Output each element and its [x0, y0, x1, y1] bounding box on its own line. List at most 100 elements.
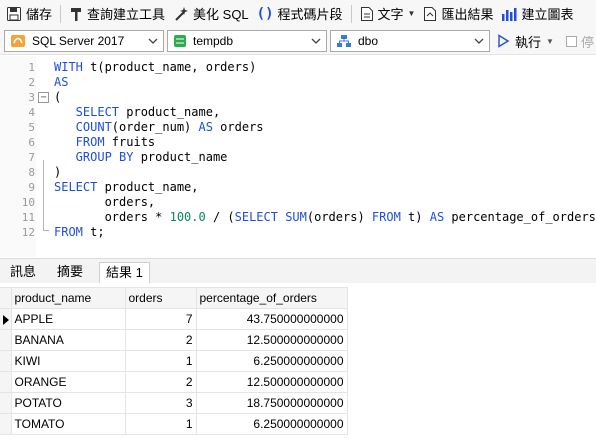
- code-text: (: [54, 90, 61, 105]
- row-indicator[interactable]: [0, 392, 12, 414]
- table-row[interactable]: ORANGE 2 12.500000000000: [0, 371, 348, 393]
- table-row[interactable]: BANANA 2 12.500000000000: [0, 329, 348, 351]
- table-cell[interactable]: TOMATO: [10, 413, 126, 435]
- create-chart-button[interactable]: 建立圖表: [497, 2, 577, 26]
- table-cell[interactable]: 7: [124, 308, 197, 330]
- code-text: WITH t(product_name, orders): [54, 60, 256, 75]
- keyword-token: SELECT: [54, 105, 120, 119]
- document-icon: [360, 6, 373, 21]
- code-line[interactable]: 1 WITH t(product_name, orders): [0, 60, 596, 75]
- code-line[interactable]: 10 orders,: [0, 195, 596, 210]
- beautify-sql-label: 美化 SQL: [193, 7, 249, 22]
- schema-select[interactable]: dbo: [330, 30, 490, 52]
- stop-button[interactable]: 停: [566, 30, 594, 52]
- table-cell[interactable]: 12.500000000000: [195, 329, 348, 351]
- text-token: / (: [205, 210, 235, 224]
- table-cell[interactable]: 1: [124, 350, 197, 372]
- chevron-down-icon[interactable]: ▼: [546, 37, 554, 46]
- table-cell[interactable]: ORANGE: [10, 371, 126, 393]
- row-indicator[interactable]: [0, 350, 12, 372]
- text-token: (orders): [306, 210, 372, 224]
- number-token: 100.0: [169, 210, 206, 224]
- code-line[interactable]: 2 AS: [0, 75, 596, 90]
- code-line[interactable]: 6 FROM fruits: [0, 135, 596, 150]
- table-cell[interactable]: 43.750000000000: [195, 308, 348, 330]
- table-cell[interactable]: POTATO: [10, 392, 126, 414]
- row-indicator[interactable]: [0, 371, 12, 393]
- text-token: t(product_name, orders): [82, 60, 257, 74]
- query-builder-label: 查詢建立工具: [87, 7, 166, 22]
- table-cell[interactable]: 12.500000000000: [195, 371, 348, 393]
- run-button[interactable]: 執行 ▼: [496, 30, 554, 52]
- column-header[interactable]: percentage_of_orders: [195, 287, 348, 309]
- save-button[interactable]: 儲存: [2, 2, 56, 26]
- save-label: 儲存: [26, 7, 53, 22]
- text-token: orders *: [54, 210, 170, 224]
- code-line[interactable]: 7 GROUP BY product_name: [0, 150, 596, 165]
- database-select[interactable]: tempdb: [167, 30, 327, 52]
- table-cell[interactable]: 2: [124, 371, 197, 393]
- sql-editor[interactable]: 1 WITH t(product_name, orders) 2 AS 3−(4 SEL…: [0, 56, 596, 257]
- text-token: ): [54, 165, 62, 179]
- chevron-down-icon: [311, 38, 321, 44]
- tab-summary[interactable]: 摘要: [51, 262, 89, 284]
- toolbar-divider: [60, 4, 62, 23]
- chevron-down-icon: ▼: [407, 9, 416, 18]
- line-number: 5: [28, 121, 35, 134]
- text-token: product_name,: [97, 180, 199, 194]
- header-row: product_name orders percentage_of_orders: [0, 287, 348, 309]
- table-cell[interactable]: BANANA: [10, 329, 126, 351]
- code-line[interactable]: 4 SELECT product_name,: [0, 105, 596, 120]
- table-row[interactable]: POTATO 3 18.750000000000: [0, 392, 348, 414]
- code-line[interactable]: 12 FROM t;: [0, 225, 596, 240]
- table-row[interactable]: KIWI 1 6.250000000000: [0, 350, 348, 372]
- text-view-button[interactable]: 文字 ▼: [356, 2, 420, 26]
- code-line[interactable]: 5 COUNT(order_num) AS orders: [0, 120, 596, 135]
- column-header[interactable]: product_name: [10, 287, 126, 309]
- table-row[interactable]: TOMATO 1 6.250000000000: [0, 413, 348, 435]
- code-text: SELECT product_name,: [54, 105, 221, 120]
- table-cell[interactable]: 1: [124, 413, 197, 435]
- server-select[interactable]: SQL Server 2017: [4, 30, 164, 52]
- keyword-token: FROM: [54, 225, 83, 239]
- code-line[interactable]: 3−(: [0, 90, 596, 105]
- export-results-button[interactable]: 匯出結果: [419, 2, 497, 26]
- code-line[interactable]: 8): [0, 165, 596, 180]
- table-cell[interactable]: KIWI: [10, 350, 126, 372]
- table-cell[interactable]: 3: [124, 392, 197, 414]
- tab-result-1[interactable]: 結果 1: [99, 262, 150, 284]
- line-number: 7: [28, 151, 35, 164]
- keyword-token: SELECT SUM: [234, 210, 307, 224]
- column-header[interactable]: orders: [124, 287, 197, 309]
- beautify-sql-button[interactable]: 美化 SQL: [169, 2, 253, 26]
- table-cell[interactable]: 18.750000000000: [195, 392, 348, 414]
- tab-messages[interactable]: 訊息: [4, 262, 42, 284]
- toolbar-divider: [350, 4, 352, 23]
- code-snippet-button[interactable]: () 程式碼片段: [253, 2, 347, 26]
- database-icon: [174, 35, 186, 47]
- row-indicator[interactable]: [0, 413, 12, 435]
- export-results-label: 匯出結果: [441, 7, 494, 22]
- table-cell[interactable]: APPLE: [10, 308, 126, 330]
- save-icon: [7, 6, 21, 21]
- text-token: (: [54, 90, 62, 104]
- table-row[interactable]: APPLE 7 43.750000000000: [0, 308, 348, 330]
- code-text: orders,: [54, 195, 156, 210]
- table-cell[interactable]: 6.250000000000: [195, 350, 348, 372]
- table-cell[interactable]: 6.250000000000: [195, 413, 348, 435]
- hammer-icon: [71, 7, 82, 21]
- code-line[interactable]: 9 SELECT product_name,: [0, 180, 596, 195]
- keyword-token: COUNT: [54, 120, 112, 134]
- fold-toggle-icon[interactable]: −: [38, 92, 49, 103]
- table-cell[interactable]: 2: [124, 329, 197, 351]
- line-number: 1: [28, 61, 35, 74]
- code-line[interactable]: 11 orders * 100.0 / (SELECT SUM(orders) …: [0, 210, 596, 225]
- text-view-label: 文字: [377, 7, 404, 22]
- row-indicator[interactable]: [0, 329, 12, 351]
- keyword-token: GROUP BY: [54, 150, 134, 164]
- row-indicator[interactable]: [0, 308, 12, 330]
- code-text: AS: [54, 75, 68, 90]
- stop-label: 停: [581, 34, 595, 50]
- code-text: orders * 100.0 / (SELECT SUM(orders) FRO…: [54, 210, 596, 225]
- query-builder-button[interactable]: 查詢建立工具: [65, 2, 169, 26]
